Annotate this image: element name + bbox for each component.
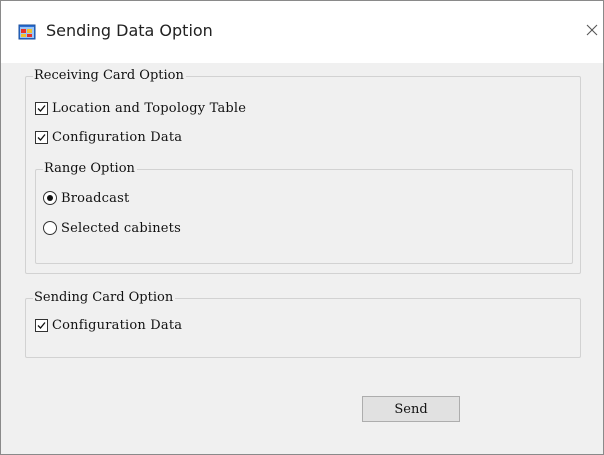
- sending-data-option-dialog: Sending Data Option Receiving Card Optio…: [0, 0, 604, 455]
- receiving-config-data-checkbox-row[interactable]: Configuration Data: [35, 128, 182, 146]
- receiving-config-data-label: Configuration Data: [52, 129, 183, 145]
- selected-cabinets-label: Selected cabinets: [61, 220, 181, 236]
- sending-card-option-legend: Sending Card Option: [33, 290, 176, 306]
- receiving-config-data-checkbox[interactable]: [35, 130, 48, 144]
- broadcast-radio-row[interactable]: Broadcast: [43, 189, 129, 207]
- selected-cabinets-radio-row[interactable]: Selected cabinets: [43, 219, 181, 237]
- range-option-group: Range Option Broadcast Selected cabinets: [35, 161, 573, 264]
- broadcast-radio[interactable]: [43, 191, 57, 205]
- location-topology-checkbox[interactable]: [35, 101, 48, 115]
- location-topology-checkbox-row[interactable]: Location and Topology Table: [35, 99, 246, 117]
- send-button[interactable]: Send: [362, 396, 460, 422]
- sending-card-option-group: Sending Card Option Configuration Data: [25, 290, 581, 358]
- receiving-card-option-group: Receiving Card Option Location and Topol…: [25, 68, 581, 274]
- close-icon[interactable]: [582, 20, 602, 40]
- sending-config-data-checkbox[interactable]: [35, 318, 48, 332]
- location-topology-label: Location and Topology Table: [52, 100, 247, 116]
- radio-selected-dot: [47, 195, 53, 201]
- app-window-icon: [18, 23, 36, 41]
- sending-config-data-label: Configuration Data: [52, 317, 183, 333]
- selected-cabinets-radio[interactable]: [43, 221, 57, 235]
- broadcast-label: Broadcast: [61, 190, 130, 206]
- receiving-card-option-legend: Receiving Card Option: [33, 68, 186, 84]
- sending-config-data-checkbox-row[interactable]: Configuration Data: [35, 316, 182, 334]
- title-bar[interactable]: Sending Data Option: [1, 1, 603, 63]
- range-option-legend: Range Option: [43, 161, 137, 177]
- window-title: Sending Data Option: [46, 21, 213, 40]
